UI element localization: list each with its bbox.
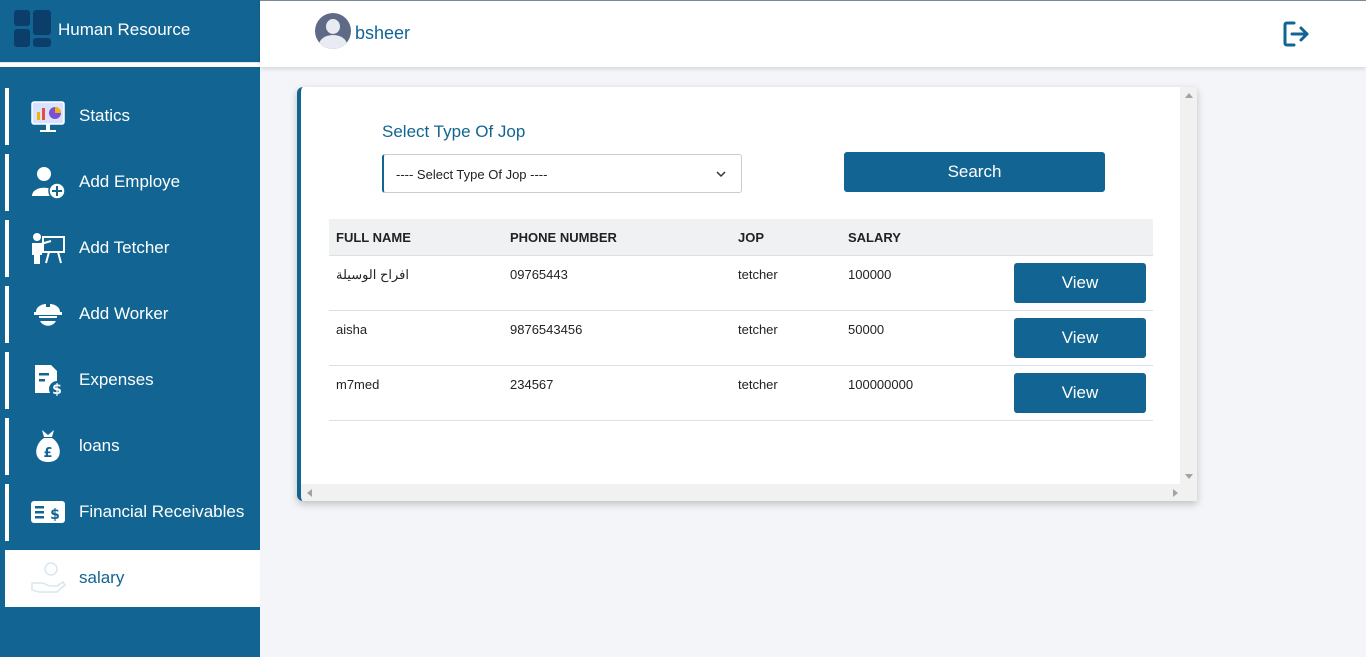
sidebar-item-label: Statics bbox=[79, 106, 131, 125]
sidebar-item-label: Add Employe bbox=[79, 172, 181, 191]
svg-text:£: £ bbox=[43, 446, 52, 461]
brand-divider bbox=[0, 63, 260, 67]
expense-receipt-icon: $ bbox=[35, 365, 65, 398]
sidebar: Human Resource Statics Add Employe Add T… bbox=[0, 0, 260, 657]
horizontal-scrollbar[interactable] bbox=[301, 484, 1184, 501]
grid-logo-icon bbox=[14, 10, 52, 48]
scroll-down-arrow-icon[interactable] bbox=[1185, 474, 1193, 479]
cell-salary: 100000000 bbox=[848, 377, 914, 392]
cell-full-name: aisha bbox=[336, 322, 368, 337]
sidebar-item-add-worker[interactable]: Add Worker bbox=[5, 286, 260, 343]
view-button[interactable]: View bbox=[1014, 373, 1146, 413]
cell-phone: 234567 bbox=[510, 377, 554, 392]
sidebar-item-label: Add Tetcher bbox=[79, 238, 170, 257]
salary-card: Select Type Of Jop ---- Select Type Of J… bbox=[297, 87, 1197, 501]
cell-phone: 9876543456 bbox=[510, 322, 583, 337]
sidebar-item-loans[interactable]: £ loans bbox=[5, 418, 260, 475]
cell-salary: 100000 bbox=[848, 267, 892, 282]
view-button[interactable]: View bbox=[1014, 318, 1146, 358]
sidebar-item-statics[interactable]: Statics bbox=[5, 88, 260, 145]
search-button[interactable]: Search bbox=[844, 152, 1105, 192]
job-type-select[interactable]: ---- Select Type Of Jop ---- bbox=[382, 154, 742, 193]
sidebar-item-expenses[interactable]: $ Expenses bbox=[5, 352, 260, 409]
presentation-chart-icon bbox=[31, 101, 65, 132]
job-type-label: Select Type Of Jop bbox=[382, 122, 526, 141]
svg-text:$: $ bbox=[52, 382, 62, 398]
scroll-right-arrow-icon[interactable] bbox=[1173, 489, 1178, 497]
chevron-down-icon bbox=[716, 171, 726, 178]
column-header-phone-number: PHONE NUMBER bbox=[510, 230, 617, 245]
vertical-scrollbar[interactable] bbox=[1180, 87, 1197, 501]
sidebar-item-label: Expenses bbox=[79, 370, 154, 389]
hard-hat-worker-icon bbox=[34, 299, 62, 326]
svg-text:$: $ bbox=[50, 507, 60, 523]
sign-out-icon[interactable] bbox=[1282, 20, 1312, 48]
table-row: m7med 234567 tetcher 100000000 View bbox=[329, 366, 1153, 421]
sidebar-item-add-employe[interactable]: Add Employe bbox=[5, 154, 260, 211]
money-bag-icon: £ bbox=[36, 430, 60, 462]
column-header-jop: JOP bbox=[738, 230, 765, 245]
cell-full-name: افراح الوسيلة bbox=[336, 267, 409, 282]
sidebar-item-label: Financial Receivables bbox=[79, 502, 245, 521]
sidebar-nav: Statics Add Employe Add Tetcher Add Work… bbox=[0, 88, 260, 616]
sidebar-item-label: Add Worker bbox=[79, 304, 169, 323]
avatar[interactable] bbox=[315, 13, 351, 49]
cell-phone: 09765443 bbox=[510, 267, 568, 282]
username: bsheer bbox=[355, 23, 411, 43]
table-row: افراح الوسيلة 09765443 tetcher 100000 Vi… bbox=[329, 256, 1153, 311]
teacher-icon bbox=[32, 233, 65, 264]
cell-salary: 50000 bbox=[848, 322, 885, 337]
table-header: FULL NAME PHONE NUMBER JOP SALARY bbox=[329, 219, 1153, 256]
sidebar-item-label: loans bbox=[79, 436, 120, 455]
app-title: Human Resource bbox=[58, 20, 191, 39]
brand-header: Human Resource bbox=[0, 0, 260, 63]
top-header: bsheer bbox=[260, 0, 1366, 67]
select-value: ---- Select Type Of Jop ---- bbox=[396, 167, 548, 182]
table-row: aisha 9876543456 tetcher 50000 View bbox=[329, 311, 1153, 366]
sidebar-item-add-tetcher[interactable]: Add Tetcher bbox=[5, 220, 260, 277]
sidebar-item-financial-receivables[interactable]: $ Financial Receivables bbox=[5, 484, 260, 541]
scroll-left-arrow-icon[interactable] bbox=[307, 489, 312, 497]
salary-table: FULL NAME PHONE NUMBER JOP SALARY افراح … bbox=[329, 219, 1153, 421]
column-header-full-name: FULL NAME bbox=[336, 230, 411, 245]
scroll-up-arrow-icon[interactable] bbox=[1185, 93, 1193, 98]
cell-job: tetcher bbox=[738, 267, 778, 282]
sidebar-item-label: salary bbox=[79, 568, 125, 587]
cell-job: tetcher bbox=[738, 377, 778, 392]
money-check-icon: $ bbox=[31, 501, 65, 523]
cell-job: tetcher bbox=[738, 322, 778, 337]
column-header-salary: SALARY bbox=[848, 230, 901, 245]
add-user-icon bbox=[32, 167, 66, 200]
cell-full-name: m7med bbox=[336, 377, 380, 392]
sidebar-item-salary[interactable]: salary bbox=[5, 550, 260, 607]
hand-coin-icon bbox=[31, 562, 66, 593]
view-button[interactable]: View bbox=[1014, 263, 1146, 303]
